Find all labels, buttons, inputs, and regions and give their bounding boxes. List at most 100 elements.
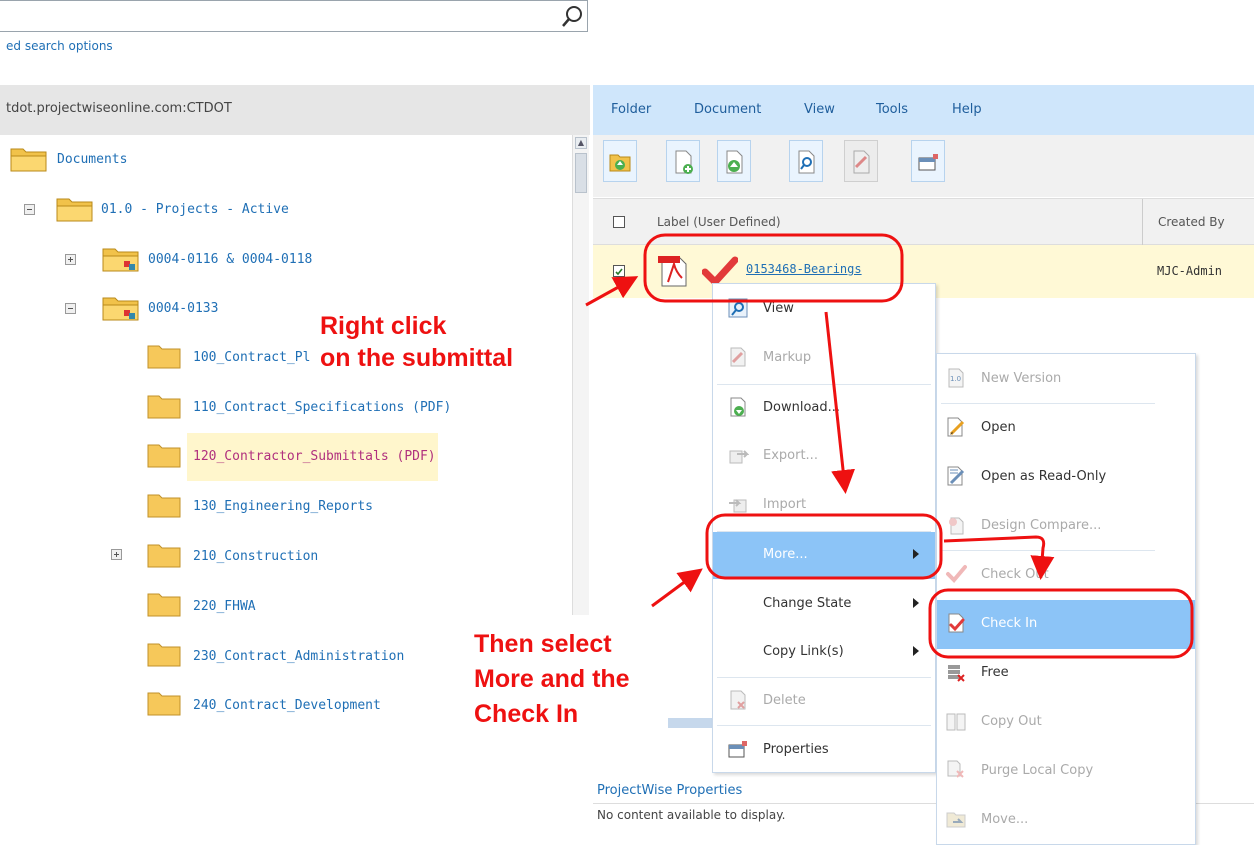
scroll-thumb[interactable] — [575, 153, 587, 193]
download-icon — [730, 397, 746, 417]
menu-item-label: Import — [763, 497, 807, 512]
menu-item-check-in[interactable]: Check In — [937, 600, 1195, 649]
expand-icon[interactable] — [65, 254, 76, 265]
menu-item-properties[interactable]: Properties — [713, 727, 935, 774]
grid-header: Label (User Defined) Created By — [593, 198, 1254, 245]
advanced-search-link[interactable]: ed search options — [6, 39, 113, 53]
open-icon — [947, 417, 965, 437]
menu-item-copy-out[interactable]: Copy Out — [937, 698, 1195, 747]
tree-item-240[interactable]: 240_Contract_Development — [193, 698, 381, 713]
row-checkbox[interactable] — [613, 265, 625, 277]
search-icon[interactable] — [560, 5, 584, 29]
upload-icon — [726, 150, 743, 174]
tree-item-0004-0133[interactable]: 0004-0133 — [148, 301, 218, 316]
tree-item-120[interactable]: 120_Contractor_Submittals (PDF) — [193, 449, 436, 464]
column-label[interactable]: Label (User Defined) — [657, 215, 781, 229]
tree-item-130[interactable]: 130_Engineering_Reports — [193, 499, 373, 514]
properties-icon — [918, 154, 938, 171]
tree-item-documents[interactable]: Documents — [57, 152, 127, 167]
folder-icon — [147, 345, 181, 369]
scroll-thumb[interactable] — [668, 718, 718, 728]
properties-button[interactable] — [911, 140, 945, 182]
tree-scrollbar[interactable]: ▲ — [572, 135, 589, 615]
menu-item-new-version[interactable]: 1.0 New Version — [937, 355, 1195, 404]
project-folder-icon — [102, 248, 139, 272]
collapse-icon[interactable] — [24, 204, 35, 215]
properties-panel-title: ProjectWise Properties — [597, 783, 743, 798]
expand-icon[interactable] — [111, 549, 122, 560]
submenu-arrow-icon — [913, 549, 919, 559]
menu-item-change-state[interactable]: Change State — [713, 581, 935, 628]
menu-item-label: Download... — [763, 400, 841, 415]
submenu-arrow-icon — [913, 598, 919, 608]
view-icon — [798, 150, 815, 174]
annotation-on-submittal: on the submittal — [320, 344, 514, 372]
menu-item-free[interactable]: Free — [937, 649, 1195, 698]
menu-view[interactable]: View — [804, 102, 835, 117]
markup-button[interactable] — [844, 140, 878, 182]
menu-help[interactable]: Help — [952, 102, 982, 117]
menu-item-download[interactable]: Download... — [713, 385, 935, 432]
scroll-up-icon[interactable]: ▲ — [575, 137, 587, 149]
menu-item-open[interactable]: Open — [937, 404, 1195, 453]
new-document-button[interactable] — [666, 140, 700, 182]
menu-item-markup[interactable]: Markup — [713, 335, 935, 382]
select-all-checkbox[interactable] — [613, 216, 625, 228]
folder-icon — [147, 544, 181, 568]
menu-item-check-out[interactable]: Check Out — [937, 551, 1195, 600]
column-created-by[interactable]: Created By — [1158, 215, 1225, 229]
tree-item-110[interactable]: 110_Contract_Specifications (PDF) — [193, 400, 451, 415]
view-button[interactable] — [789, 140, 823, 182]
menu-item-purge-local-copy[interactable]: Purge Local Copy — [937, 747, 1195, 796]
annotation-right-click: Right click — [320, 312, 447, 340]
menu-item-open-read-only[interactable]: Open as Read-Only — [937, 453, 1195, 502]
tree-item-210[interactable]: 210_Construction — [193, 549, 318, 564]
up-folder-button[interactable] — [603, 140, 637, 182]
menu-item-delete[interactable]: Delete — [713, 678, 935, 725]
menu-item-move[interactable]: Move... — [937, 796, 1195, 845]
column-separator — [1142, 199, 1143, 245]
project-folder-icon — [102, 297, 139, 321]
menu-item-label: Markup — [763, 350, 812, 365]
search-input[interactable] — [0, 0, 588, 32]
markup-icon — [853, 150, 870, 174]
properties-icon — [728, 741, 747, 758]
document-label-link[interactable]: 0153468-Bearings — [746, 262, 862, 276]
tree-item-0004-0116[interactable]: 0004-0116 & 0004-0118 — [148, 252, 312, 267]
annotation-more-and-the: More and the — [474, 665, 630, 693]
tree-item-230[interactable]: 230_Contract_Administration — [193, 649, 404, 664]
menu-item-label: Properties — [763, 742, 829, 757]
tree-item-100[interactable]: 100_Contract_Pl — [193, 350, 310, 365]
menu-item-design-compare[interactable]: Design Compare... — [937, 502, 1195, 551]
menu-item-label: View — [763, 301, 794, 316]
open-read-only-icon — [947, 466, 965, 486]
menu-item-label: Copy Out — [981, 714, 1042, 729]
menu-item-view[interactable]: View — [713, 286, 935, 333]
menu-item-label: Check In — [981, 616, 1038, 631]
tree-item-220[interactable]: 220_FHWA — [193, 599, 256, 614]
menu-tools[interactable]: Tools — [876, 102, 908, 117]
menu-item-label: More... — [763, 547, 808, 562]
menu-item-copy-links[interactable]: Copy Link(s) — [713, 629, 935, 676]
submenu-arrow-icon — [913, 646, 919, 656]
annotation-then-select: Then select — [474, 630, 612, 658]
menu-item-label: Purge Local Copy — [981, 763, 1094, 778]
tree-item-projects-active[interactable]: 01.0 - Projects - Active — [101, 202, 289, 217]
menu-document[interactable]: Document — [694, 102, 761, 117]
datasource-label: tdot.projectwiseonline.com:CTDOT — [6, 101, 232, 116]
import-icon — [729, 499, 747, 513]
upload-button[interactable] — [717, 140, 751, 182]
view-icon — [728, 298, 748, 318]
properties-empty-text: No content available to display. — [597, 808, 786, 822]
menu-item-import[interactable]: Import — [713, 482, 935, 529]
folder-icon — [147, 643, 181, 667]
menu-bar: Folder Document View Tools Help — [593, 85, 1254, 135]
document-created-by: MJC-Admin — [1157, 264, 1223, 278]
collapse-icon[interactable] — [65, 303, 76, 314]
new-version-icon: 1.0 — [948, 368, 964, 388]
design-compare-icon — [949, 517, 964, 535]
menu-folder[interactable]: Folder — [611, 102, 651, 117]
menu-item-label: Export... — [763, 448, 818, 463]
menu-item-export[interactable]: Export... — [713, 433, 935, 480]
menu-item-more[interactable]: More... — [713, 532, 935, 579]
